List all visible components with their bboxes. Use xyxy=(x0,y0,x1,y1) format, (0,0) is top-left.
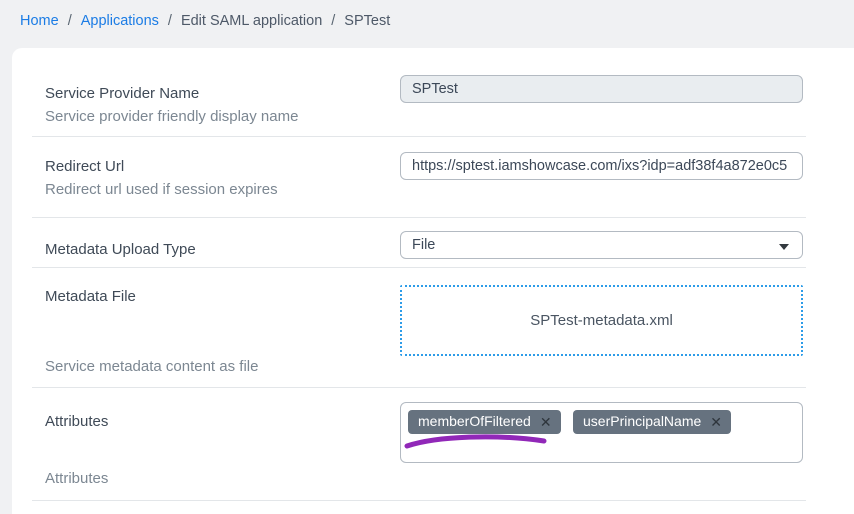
breadcrumb-separator: / xyxy=(168,13,172,29)
attribute-tag-label: userPrincipalName xyxy=(583,413,701,430)
service-provider-name-help: Service provider friendly display name xyxy=(45,108,298,125)
row-divider xyxy=(32,217,806,218)
row-divider xyxy=(32,500,806,501)
service-provider-name-input[interactable]: SPTest xyxy=(400,75,803,103)
metadata-file-help: Service metadata content as file xyxy=(45,358,258,375)
breadcrumb-current-item: SPTest xyxy=(344,13,390,29)
redirect-url-label: Redirect Url xyxy=(45,158,124,175)
attributes-input[interactable]: memberOfFiltered ✕ userPrincipalName ✕ xyxy=(400,402,803,463)
chevron-down-icon xyxy=(779,244,789,250)
breadcrumb-separator: / xyxy=(68,13,72,29)
page: Home / Applications / Edit SAML applicat… xyxy=(0,0,854,514)
redirect-url-help: Redirect url used if session expires xyxy=(45,181,278,198)
metadata-upload-type-value: File xyxy=(412,237,435,253)
breadcrumb-home-link[interactable]: Home xyxy=(20,13,59,29)
attributes-help: Attributes xyxy=(45,470,108,487)
attribute-tag: memberOfFiltered ✕ xyxy=(408,410,561,434)
breadcrumb-applications-link[interactable]: Applications xyxy=(81,13,159,29)
edit-saml-application-card: Service Provider Name Service provider f… xyxy=(12,48,854,514)
attributes-label: Attributes xyxy=(45,413,108,430)
remove-tag-icon[interactable]: ✕ xyxy=(710,415,722,429)
metadata-file-name: SPTest-metadata.xml xyxy=(530,312,673,329)
row-divider xyxy=(32,136,806,137)
service-provider-name-label: Service Provider Name xyxy=(45,85,199,102)
breadcrumb-current-section: Edit SAML application xyxy=(181,13,322,29)
redirect-url-input[interactable]: https://sptest.iamshowcase.com/ixs?idp=a… xyxy=(400,152,803,180)
row-divider xyxy=(32,267,806,268)
breadcrumb: Home / Applications / Edit SAML applicat… xyxy=(20,13,390,29)
metadata-upload-type-select[interactable]: File xyxy=(400,231,803,259)
metadata-upload-type-label: Metadata Upload Type xyxy=(45,241,196,258)
remove-tag-icon[interactable]: ✕ xyxy=(540,415,552,429)
breadcrumb-separator: / xyxy=(331,13,335,29)
attribute-tag-label: memberOfFiltered xyxy=(418,413,531,430)
metadata-file-dropzone[interactable]: SPTest-metadata.xml xyxy=(400,285,803,356)
row-divider xyxy=(32,387,806,388)
attribute-tag: userPrincipalName ✕ xyxy=(573,410,731,434)
metadata-file-label: Metadata File xyxy=(45,288,136,305)
